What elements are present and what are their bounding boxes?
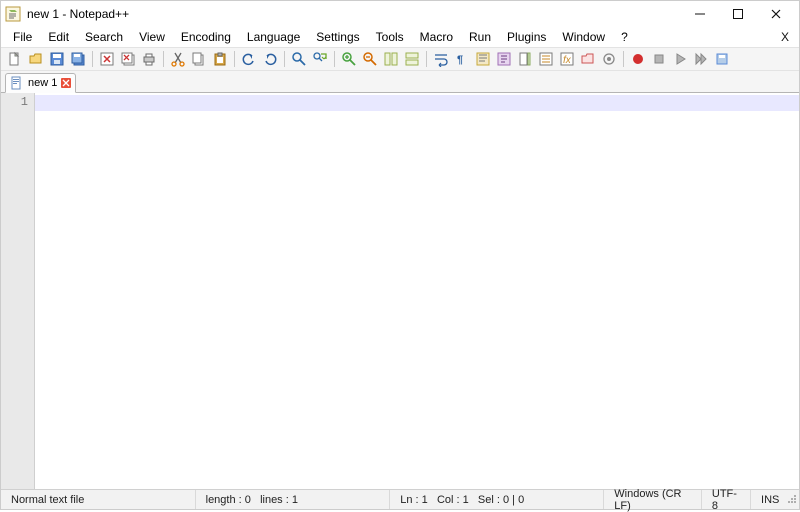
- menubar: File Edit Search View Encoding Language …: [1, 27, 799, 47]
- resize-grip-icon[interactable]: [785, 494, 799, 506]
- monitoring-icon[interactable]: [599, 49, 619, 69]
- titlebar[interactable]: new 1 - Notepad++: [1, 1, 799, 27]
- print-icon[interactable]: [139, 49, 159, 69]
- save-all-icon[interactable]: [68, 49, 88, 69]
- menu-view[interactable]: View: [131, 28, 173, 46]
- menu-help[interactable]: ?: [613, 28, 636, 46]
- macro-save-icon[interactable]: [712, 49, 732, 69]
- separator: [163, 51, 164, 67]
- status-length-lines: length : 0 lines : 1: [196, 490, 391, 509]
- toolbar: ¶ fx: [1, 47, 799, 71]
- replace-icon[interactable]: [310, 49, 330, 69]
- doc-list-icon[interactable]: [536, 49, 556, 69]
- status-position: Ln : 1 Col : 1 Sel : 0 | 0: [390, 490, 604, 509]
- close-button[interactable]: [757, 3, 795, 25]
- menu-edit[interactable]: Edit: [40, 28, 77, 46]
- status-encoding[interactable]: UTF-8: [702, 490, 751, 509]
- tab-close-icon[interactable]: [61, 78, 71, 88]
- function-list-icon[interactable]: fx: [557, 49, 577, 69]
- menu-window[interactable]: Window: [554, 28, 613, 46]
- redo-icon[interactable]: [260, 49, 280, 69]
- zoom-in-icon[interactable]: [339, 49, 359, 69]
- macro-record-icon[interactable]: [628, 49, 648, 69]
- sync-vscroll-icon[interactable]: [381, 49, 401, 69]
- show-all-chars-icon[interactable]: ¶: [452, 49, 472, 69]
- paste-icon[interactable]: [210, 49, 230, 69]
- close-file-icon[interactable]: [97, 49, 117, 69]
- undo-icon[interactable]: [239, 49, 259, 69]
- macro-play-multi-icon[interactable]: [691, 49, 711, 69]
- find-icon[interactable]: [289, 49, 309, 69]
- udl-icon[interactable]: [494, 49, 514, 69]
- folder-as-workspace-icon[interactable]: [578, 49, 598, 69]
- macro-play-icon[interactable]: [670, 49, 690, 69]
- new-file-icon[interactable]: [5, 49, 25, 69]
- indent-guide-icon[interactable]: [473, 49, 493, 69]
- status-eol[interactable]: Windows (CR LF): [604, 490, 702, 509]
- status-ln: Ln : 1: [400, 494, 428, 506]
- line-number: 1: [1, 95, 28, 109]
- menu-file[interactable]: File: [5, 28, 40, 46]
- status-sel: Sel : 0 | 0: [478, 494, 524, 506]
- separator: [334, 51, 335, 67]
- svg-text:¶: ¶: [457, 54, 463, 66]
- zoom-out-icon[interactable]: [360, 49, 380, 69]
- status-col: Col : 1: [437, 494, 469, 506]
- cut-icon[interactable]: [168, 49, 188, 69]
- separator: [426, 51, 427, 67]
- sync-hscroll-icon[interactable]: [402, 49, 422, 69]
- separator: [234, 51, 235, 67]
- menu-plugins[interactable]: Plugins: [499, 28, 554, 46]
- wordwrap-icon[interactable]: [431, 49, 451, 69]
- separator: [92, 51, 93, 67]
- status-length: length : 0: [206, 494, 251, 506]
- copy-icon[interactable]: [189, 49, 209, 69]
- current-line-highlight: [35, 95, 799, 111]
- menu-tools[interactable]: Tools: [368, 28, 412, 46]
- editor-area: 1: [1, 93, 799, 489]
- menu-encoding[interactable]: Encoding: [173, 28, 239, 46]
- close-document-button[interactable]: X: [775, 28, 795, 46]
- menu-search[interactable]: Search: [77, 28, 131, 46]
- separator: [284, 51, 285, 67]
- menu-run[interactable]: Run: [461, 28, 499, 46]
- separator: [623, 51, 624, 67]
- status-filetype: Normal text file: [1, 490, 196, 509]
- status-insert-mode[interactable]: INS: [751, 490, 785, 509]
- maximize-button[interactable]: [719, 3, 757, 25]
- menu-macro[interactable]: Macro: [412, 28, 461, 46]
- text-editor[interactable]: [35, 93, 799, 489]
- close-all-icon[interactable]: [118, 49, 138, 69]
- doc-map-icon[interactable]: [515, 49, 535, 69]
- menu-settings[interactable]: Settings: [308, 28, 367, 46]
- app-icon: [5, 6, 21, 22]
- status-lines: lines : 1: [260, 494, 298, 506]
- tab-new-1[interactable]: new 1: [5, 73, 76, 93]
- file-icon: [10, 76, 24, 90]
- save-icon[interactable]: [47, 49, 67, 69]
- app-window: new 1 - Notepad++ File Edit Search View …: [0, 0, 800, 510]
- minimize-button[interactable]: [681, 3, 719, 25]
- tabstrip: new 1: [1, 71, 799, 93]
- statusbar: Normal text file length : 0 lines : 1 Ln…: [1, 489, 799, 509]
- svg-text:fx: fx: [563, 55, 572, 66]
- open-file-icon[interactable]: [26, 49, 46, 69]
- window-controls: [681, 3, 795, 25]
- line-number-gutter: 1: [1, 93, 35, 489]
- tab-label: new 1: [28, 77, 57, 89]
- window-title: new 1 - Notepad++: [27, 7, 681, 21]
- macro-stop-icon[interactable]: [649, 49, 669, 69]
- menu-language[interactable]: Language: [239, 28, 308, 46]
